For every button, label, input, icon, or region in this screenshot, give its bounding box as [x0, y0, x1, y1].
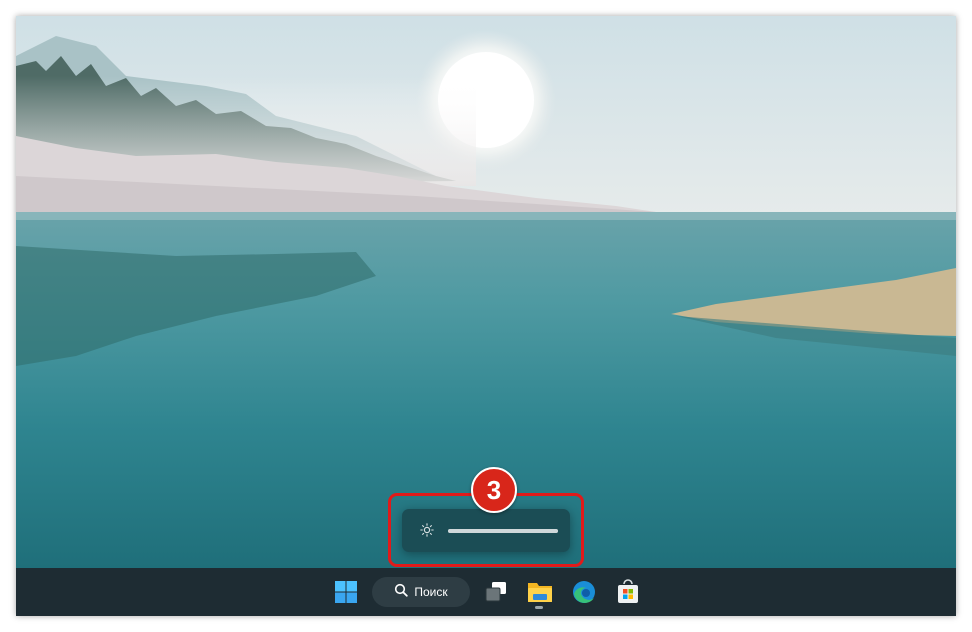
annotation-step-badge: 3 — [471, 467, 517, 513]
taskbar: Поиск — [16, 568, 956, 616]
explorer-running-indicator — [535, 606, 543, 609]
windows-start-icon[interactable] — [332, 576, 360, 608]
taskbar-search-box[interactable]: Поиск — [372, 577, 470, 607]
search-icon — [394, 583, 409, 602]
microsoft-store-icon[interactable] — [614, 576, 642, 608]
edge-browser-icon[interactable] — [570, 576, 598, 608]
search-label: Поиск — [414, 585, 448, 599]
desktop-screen: 3 Поиск — [16, 16, 956, 616]
task-view-icon[interactable] — [482, 576, 510, 608]
file-explorer-icon[interactable] — [526, 576, 554, 608]
